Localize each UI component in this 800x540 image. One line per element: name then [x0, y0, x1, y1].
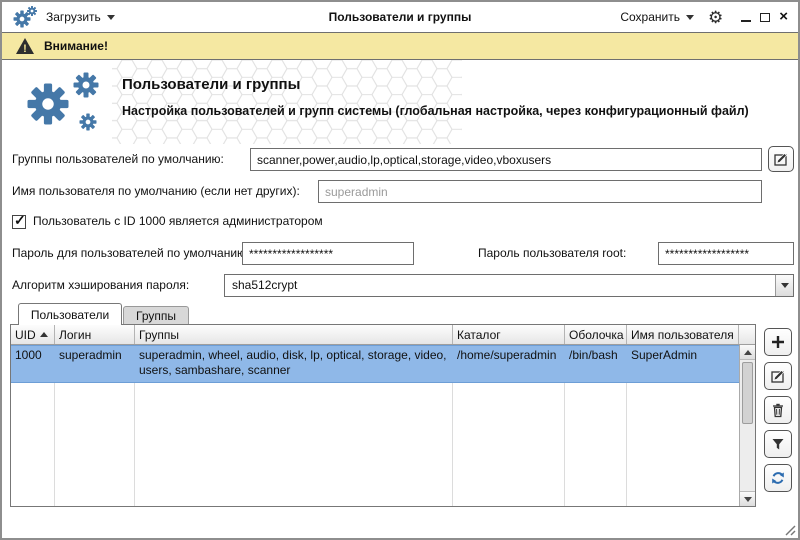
hash-algorithm-value: sha512crypt	[232, 278, 298, 292]
warning-triangle-icon: !	[16, 38, 34, 55]
load-menu-label: Загрузить	[46, 10, 101, 24]
table-row-superadmin[interactable]: 1000 superadmin superadmin, wheel, audio…	[11, 345, 739, 383]
edit-groups-button[interactable]	[768, 146, 794, 172]
column-header-filler	[739, 325, 755, 344]
users-groups-gears-icon	[27, 72, 99, 131]
combo-dropdown-button[interactable]	[775, 275, 793, 296]
page-subtitle: Настройка пользователей и групп системы …	[122, 104, 749, 118]
plus-icon	[772, 336, 784, 348]
hash-algorithm-label: Алгоритм хэширования пароля:	[12, 278, 190, 292]
admin-checkbox-label: Пользователь с ID 1000 является админист…	[33, 214, 323, 228]
cell-uid: 1000	[15, 348, 42, 362]
page-title: Пользователи и группы	[122, 76, 301, 93]
titlebar: Загрузить Пользователи и группы Сохранит…	[2, 2, 798, 32]
default-username-label: Имя пользователя по умолчанию (если нет …	[12, 184, 300, 198]
root-password-label: Пароль пользователя root:	[478, 246, 627, 260]
hash-algorithm-select[interactable]: sha512crypt	[224, 274, 794, 297]
column-header-home[interactable]: Каталог	[453, 325, 565, 344]
filter-button[interactable]	[764, 430, 792, 458]
load-menu-button[interactable]: Загрузить	[46, 10, 115, 24]
settings-gear-icon[interactable]: ⚙	[708, 9, 723, 26]
refresh-icon	[772, 472, 784, 484]
chevron-down-icon	[780, 283, 789, 288]
table-body: 1000 superadmin superadmin, wheel, audio…	[11, 345, 739, 506]
resize-grip[interactable]	[782, 522, 796, 536]
column-header-shell[interactable]: Оболочка	[565, 325, 627, 344]
edit-button[interactable]	[764, 362, 792, 390]
default-password-label: Пароль для пользователей по умолчанию:	[12, 246, 250, 260]
maximize-button[interactable]	[760, 12, 771, 22]
app-window: Загрузить Пользователи и группы Сохранит…	[0, 0, 800, 540]
scrollbar-thumb[interactable]	[742, 362, 753, 424]
column-header-name[interactable]: Имя пользователя	[627, 325, 739, 344]
cell-shell: /bin/bash	[569, 348, 618, 362]
minimize-button[interactable]	[741, 19, 752, 22]
sort-asc-icon	[39, 332, 48, 337]
filter-funnel-icon	[772, 439, 784, 450]
column-header-groups[interactable]: Группы	[135, 325, 453, 344]
admin-checkbox[interactable]: ✓	[12, 212, 26, 229]
users-table: UID Логин Группы Каталог Оболочка Имя по…	[10, 324, 756, 507]
cell-groups: superadmin, wheel, audio, disk, lp, opti…	[139, 348, 447, 377]
pencil-icon	[774, 153, 787, 166]
svg-text:!: !	[23, 43, 27, 55]
refresh-button[interactable]	[764, 464, 792, 492]
scroll-down-button[interactable]	[740, 491, 755, 506]
checkbox-check-icon: ✓	[14, 212, 26, 228]
delete-button[interactable]	[764, 396, 792, 424]
cell-home: /home/superadmin	[457, 348, 557, 362]
app-icon	[13, 6, 37, 28]
default-groups-input[interactable]	[250, 148, 762, 171]
root-password-input[interactable]	[658, 242, 794, 265]
hexagon-pattern	[112, 60, 462, 144]
cell-login: superadmin	[59, 348, 122, 362]
save-menu-button[interactable]: Сохранить	[620, 10, 694, 24]
save-menu-label: Сохранить	[620, 10, 680, 24]
default-username-input[interactable]	[318, 180, 762, 203]
tab-users[interactable]: Пользователи	[18, 303, 122, 325]
warning-banner: ! Внимание!	[2, 32, 798, 60]
page-header: Пользователи и группы Настройка пользова…	[2, 60, 798, 144]
cell-name: SuperAdmin	[631, 348, 698, 362]
vertical-scrollbar[interactable]	[739, 345, 755, 506]
trash-icon	[773, 403, 783, 418]
default-groups-label: Группы пользователей по умолчанию:	[12, 152, 224, 166]
pencil-icon	[771, 370, 784, 383]
table-header: UID Логин Группы Каталог Оболочка Имя по…	[11, 325, 755, 345]
scroll-up-button[interactable]	[740, 345, 755, 360]
tab-groups[interactable]: Группы	[123, 306, 189, 325]
triangle-up-icon	[743, 349, 752, 355]
chevron-down-icon	[685, 14, 694, 20]
column-header-login[interactable]: Логин	[55, 325, 135, 344]
warning-text: Внимание!	[44, 39, 108, 53]
close-button[interactable]: ×	[779, 9, 788, 24]
add-button[interactable]	[764, 328, 792, 356]
triangle-down-icon	[743, 496, 752, 502]
column-header-uid[interactable]: UID	[11, 325, 55, 344]
chevron-down-icon	[106, 14, 115, 20]
default-password-input[interactable]	[242, 242, 414, 265]
